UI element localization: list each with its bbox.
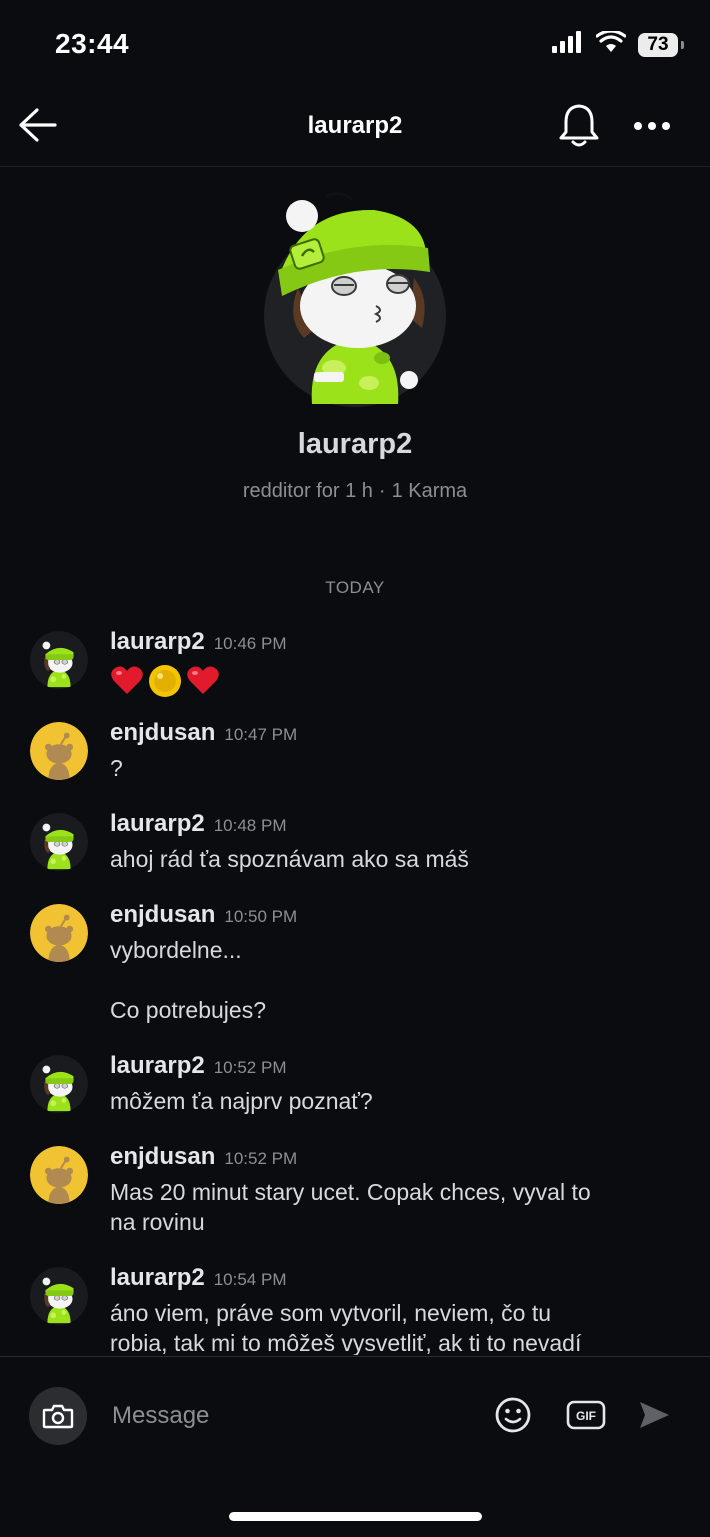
more-horizontal-icon: [634, 122, 670, 130]
profile-avatar[interactable]: [264, 188, 446, 408]
bell-icon: [559, 104, 599, 147]
message-username[interactable]: laurarp2: [110, 1264, 205, 1292]
message-time: 10:54 PM: [213, 1270, 287, 1289]
profile-name: laurarp2: [297, 428, 413, 460]
message-username[interactable]: enjdusan: [110, 901, 215, 929]
heart-emoji-icon: [111, 666, 143, 694]
message-list[interactable]: laurarp2 10:46 PM enjdusan 10:47 PM ? la…: [0, 615, 710, 1355]
send-icon: [640, 1402, 669, 1428]
camera-button[interactable]: [29, 1387, 87, 1445]
avatar[interactable]: [30, 813, 88, 871]
avatar[interactable]: [30, 1146, 88, 1204]
status-time: 23:44: [55, 28, 130, 59]
avatar[interactable]: [30, 1267, 88, 1325]
avatar[interactable]: [30, 904, 88, 962]
message-input[interactable]: [110, 1393, 484, 1439]
status-bar: 23:44 73: [0, 0, 710, 90]
heart-emoji-icon: [187, 666, 219, 694]
message-time: 10:50 PM: [224, 907, 298, 926]
message-username[interactable]: enjdusan: [110, 1143, 215, 1171]
message-time: 10:47 PM: [224, 725, 298, 744]
message-composer: GIF: [0, 1356, 710, 1537]
message-text: áno viem, práve som vytvoril, neviem, čo…: [110, 1300, 551, 1326]
gif-label: GIF: [576, 1409, 596, 1423]
message-text: Co potrebujes?: [110, 997, 266, 1023]
coin-emoji-icon: [149, 665, 181, 697]
gif-button[interactable]: GIF: [566, 1400, 606, 1430]
notifications-button[interactable]: [554, 100, 604, 150]
signal-icon: [552, 31, 584, 58]
message-text: robia, tak mi to môžeš vysvetliť, ak ti …: [110, 1330, 582, 1355]
message-text: vybordelne...: [110, 937, 242, 963]
more-options-button[interactable]: [630, 104, 674, 148]
meta-separator: ·: [378, 480, 386, 502]
message-text: Mas 20 minut stary ucet. Copak chces, vy…: [110, 1179, 591, 1205]
day-divider: TODAY: [325, 578, 385, 597]
profile-meta: redditor for 1 h · 1 Karma: [0, 480, 710, 503]
smiley-icon: [495, 1397, 531, 1433]
message-time: 10:52 PM: [213, 1058, 287, 1077]
avatar[interactable]: [30, 1055, 88, 1113]
avatar[interactable]: [30, 631, 88, 689]
message-username[interactable]: laurarp2: [110, 628, 205, 656]
home-indicator[interactable]: [229, 1512, 482, 1521]
message-text: ahoj rád ťa spoznávam ako sa máš: [110, 846, 469, 872]
message-username[interactable]: enjdusan: [110, 719, 215, 747]
status-icons: 73: [552, 29, 684, 58]
gif-icon: GIF: [566, 1400, 606, 1430]
camera-icon: [42, 1404, 74, 1429]
message-time: 10:52 PM: [224, 1149, 298, 1168]
karma-count: 1 Karma: [391, 480, 468, 502]
wifi-icon: [595, 29, 627, 58]
send-button[interactable]: [636, 1397, 672, 1433]
message-time: 10:48 PM: [213, 816, 287, 835]
message-username[interactable]: laurarp2: [110, 1052, 205, 1080]
emoji-message: [110, 664, 680, 698]
message-text: ?: [110, 755, 123, 781]
message-text: na rovinu: [110, 1209, 205, 1235]
emoji-button[interactable]: [494, 1396, 532, 1434]
battery-indicator: 73: [638, 32, 684, 57]
message-time: 10:46 PM: [213, 634, 287, 653]
message-text: môžem ťa najprv poznať?: [110, 1088, 373, 1114]
avatar[interactable]: [30, 722, 88, 780]
message-username[interactable]: laurarp2: [110, 810, 205, 838]
chat-header: laurarp2: [0, 90, 710, 167]
account-age: redditor for 1 h: [242, 480, 373, 502]
